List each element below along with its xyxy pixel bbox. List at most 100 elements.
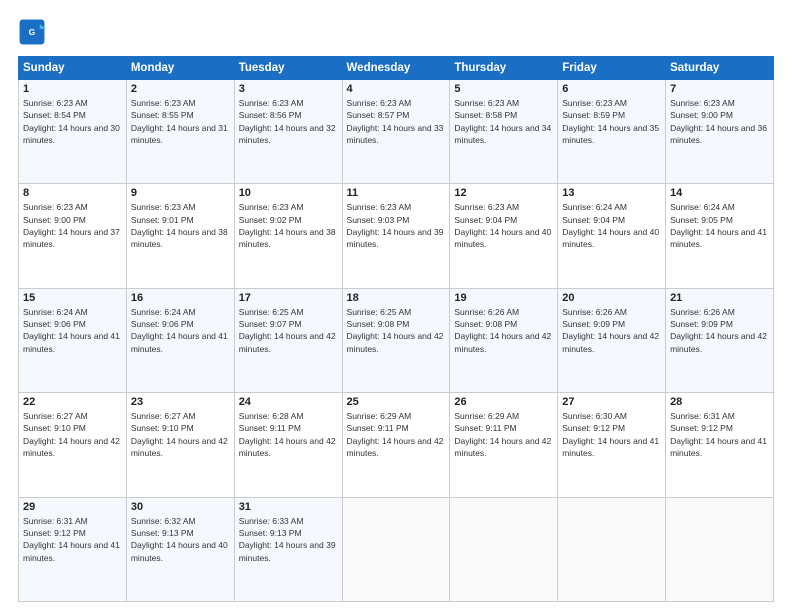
calendar-cell: 20Sunrise: 6:26 AMSunset: 9:09 PMDayligh… [558,288,666,392]
calendar-cell: 21Sunrise: 6:26 AMSunset: 9:09 PMDayligh… [666,288,774,392]
calendar-week-3: 15 Sunrise: 6:24 AMSunset: 9:06 PMDayligh… [19,288,774,392]
calendar-cell: 17Sunrise: 6:25 AMSunset: 9:07 PMDayligh… [234,288,342,392]
day-info: Sunrise: 6:31 AMSunset: 9:12 PMDaylight:… [670,410,769,459]
calendar-cell: 28 Sunrise: 6:31 AMSunset: 9:12 PMDayligh… [666,393,774,497]
calendar-cell: 24 Sunrise: 6:28 AMSunset: 9:11 PMDayligh… [234,393,342,497]
calendar-cell: 11 Sunrise: 6:23 AMSunset: 9:03 PMDayligh… [342,184,450,288]
day-number: 26 [454,396,553,408]
calendar-cell: 31 Sunrise: 6:33 AMSunset: 9:13 PMDayligh… [234,497,342,601]
day-number: 30 [131,501,230,513]
day-number: 1 [23,83,122,95]
calendar-week-1: 1Sunrise: 6:23 AMSunset: 8:54 PMDaylight… [19,80,774,184]
day-number: 24 [239,396,338,408]
calendar-cell: 9 Sunrise: 6:23 AMSunset: 9:01 PMDaylight… [126,184,234,288]
day-info: Sunrise: 6:28 AMSunset: 9:11 PMDaylight:… [239,410,338,459]
calendar-cell: 13 Sunrise: 6:24 AMSunset: 9:04 PMDayligh… [558,184,666,288]
calendar-cell: 1Sunrise: 6:23 AMSunset: 8:54 PMDaylight… [19,80,127,184]
calendar-cell: 8 Sunrise: 6:23 AMSunset: 9:00 PMDaylight… [19,184,127,288]
day-number: 28 [670,396,769,408]
calendar-cell: 14 Sunrise: 6:24 AMSunset: 9:05 PMDayligh… [666,184,774,288]
day-info: Sunrise: 6:31 AMSunset: 9:12 PMDaylight:… [23,515,122,564]
day-info: Sunrise: 6:26 AMSunset: 9:08 PMDaylight:… [454,306,553,355]
weekday-header-sunday: Sunday [19,57,127,80]
day-number: 22 [23,396,122,408]
day-info: Sunrise: 6:24 AMSunset: 9:04 PMDaylight:… [562,201,661,250]
calendar-cell: 2 Sunrise: 6:23 AMSunset: 8:55 PMDaylight… [126,80,234,184]
calendar-cell: 15 Sunrise: 6:24 AMSunset: 9:06 PMDayligh… [19,288,127,392]
day-info: Sunrise: 6:23 AMSunset: 8:55 PMDaylight:… [131,97,230,146]
calendar-week-2: 8 Sunrise: 6:23 AMSunset: 9:00 PMDaylight… [19,184,774,288]
day-number: 13 [562,187,661,199]
day-info: Sunrise: 6:23 AMSunset: 9:00 PMDaylight:… [23,201,122,250]
day-number: 2 [131,83,230,95]
day-info: Sunrise: 6:27 AMSunset: 9:10 PMDaylight:… [131,410,230,459]
day-info: Sunrise: 6:23 AMSunset: 9:01 PMDaylight:… [131,201,230,250]
calendar-cell: 4Sunrise: 6:23 AMSunset: 8:57 PMDaylight… [342,80,450,184]
day-info: Sunrise: 6:33 AMSunset: 9:13 PMDaylight:… [239,515,338,564]
day-number: 6 [562,83,661,95]
day-info: Sunrise: 6:29 AMSunset: 9:11 PMDaylight:… [347,410,446,459]
svg-text:G: G [29,27,36,37]
page: G SundayMondayTuesdayWednesdayThursdayFr… [0,0,792,612]
day-number: 12 [454,187,553,199]
day-info: Sunrise: 6:25 AMSunset: 9:08 PMDaylight:… [347,306,446,355]
day-info: Sunrise: 6:23 AMSunset: 8:57 PMDaylight:… [347,97,446,146]
day-info: Sunrise: 6:24 AMSunset: 9:06 PMDaylight:… [131,306,230,355]
day-number: 18 [347,292,446,304]
calendar-cell: 5 Sunrise: 6:23 AMSunset: 8:58 PMDaylight… [450,80,558,184]
day-number: 20 [562,292,661,304]
calendar-table: SundayMondayTuesdayWednesdayThursdayFrid… [18,56,774,602]
logo-icon: G [18,18,46,46]
weekday-header-tuesday: Tuesday [234,57,342,80]
calendar-cell: 3 Sunrise: 6:23 AMSunset: 8:56 PMDaylight… [234,80,342,184]
day-number: 14 [670,187,769,199]
day-number: 9 [131,187,230,199]
day-info: Sunrise: 6:23 AMSunset: 8:59 PMDaylight:… [562,97,661,146]
day-number: 7 [670,83,769,95]
calendar-cell [342,497,450,601]
day-number: 23 [131,396,230,408]
weekday-header-saturday: Saturday [666,57,774,80]
day-info: Sunrise: 6:23 AMSunset: 9:03 PMDaylight:… [347,201,446,250]
day-info: Sunrise: 6:27 AMSunset: 9:10 PMDaylight:… [23,410,122,459]
day-number: 17 [239,292,338,304]
calendar-cell: 10 Sunrise: 6:23 AMSunset: 9:02 PMDayligh… [234,184,342,288]
weekday-header-thursday: Thursday [450,57,558,80]
day-number: 21 [670,292,769,304]
day-number: 11 [347,187,446,199]
calendar-cell: 23 Sunrise: 6:27 AMSunset: 9:10 PMDayligh… [126,393,234,497]
calendar-cell [558,497,666,601]
calendar-cell: 16Sunrise: 6:24 AMSunset: 9:06 PMDayligh… [126,288,234,392]
calendar-cell: 12Sunrise: 6:23 AMSunset: 9:04 PMDayligh… [450,184,558,288]
calendar-cell: 22 Sunrise: 6:27 AMSunset: 9:10 PMDayligh… [19,393,127,497]
day-number: 31 [239,501,338,513]
weekday-header-row: SundayMondayTuesdayWednesdayThursdayFrid… [19,57,774,80]
day-number: 25 [347,396,446,408]
calendar-cell [450,497,558,601]
day-number: 27 [562,396,661,408]
day-info: Sunrise: 6:23 AMSunset: 8:58 PMDaylight:… [454,97,553,146]
calendar-cell [666,497,774,601]
calendar-cell: 6 Sunrise: 6:23 AMSunset: 8:59 PMDaylight… [558,80,666,184]
day-info: Sunrise: 6:24 AMSunset: 9:05 PMDaylight:… [670,201,769,250]
day-number: 10 [239,187,338,199]
calendar-cell: 7Sunrise: 6:23 AMSunset: 9:00 PMDaylight… [666,80,774,184]
day-info: Sunrise: 6:23 AMSunset: 8:56 PMDaylight:… [239,97,338,146]
calendar-cell: 26 Sunrise: 6:29 AMSunset: 9:11 PMDayligh… [450,393,558,497]
day-number: 5 [454,83,553,95]
header: G [18,18,774,46]
day-info: Sunrise: 6:23 AMSunset: 9:02 PMDaylight:… [239,201,338,250]
day-info: Sunrise: 6:30 AMSunset: 9:12 PMDaylight:… [562,410,661,459]
day-number: 8 [23,187,122,199]
day-number: 15 [23,292,122,304]
day-number: 19 [454,292,553,304]
day-number: 3 [239,83,338,95]
day-info: Sunrise: 6:32 AMSunset: 9:13 PMDaylight:… [131,515,230,564]
day-info: Sunrise: 6:29 AMSunset: 9:11 PMDaylight:… [454,410,553,459]
calendar-cell: 27 Sunrise: 6:30 AMSunset: 9:12 PMDayligh… [558,393,666,497]
day-info: Sunrise: 6:24 AMSunset: 9:06 PMDaylight:… [23,306,122,355]
calendar-week-4: 22 Sunrise: 6:27 AMSunset: 9:10 PMDayligh… [19,393,774,497]
calendar-cell: 25 Sunrise: 6:29 AMSunset: 9:11 PMDayligh… [342,393,450,497]
calendar-cell: 18 Sunrise: 6:25 AMSunset: 9:08 PMDayligh… [342,288,450,392]
weekday-header-friday: Friday [558,57,666,80]
